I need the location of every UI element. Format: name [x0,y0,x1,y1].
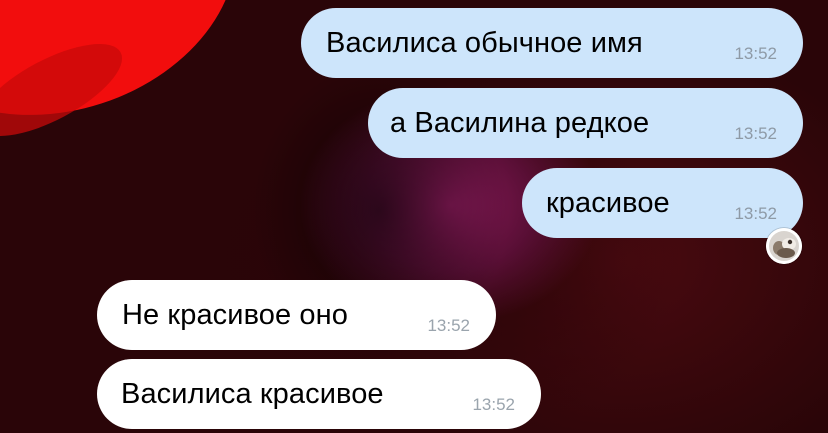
message-text: а Василина редкое [390,106,650,139]
message-time: 13:52 [734,204,777,223]
message-bubble-outgoing[interactable]: красивое 13:52 [522,168,803,238]
message-bubble-incoming[interactable]: Не красивое оно 13:52 [97,280,496,350]
message-bubble-outgoing[interactable]: а Василина редкое 13:52 [368,88,803,158]
message-text: Василиса красивое [121,377,384,410]
message-text: Василиса обычное имя [326,26,643,59]
message-bubble-incoming[interactable]: Василиса красивое 13:52 [97,359,541,429]
message-time: 13:52 [734,44,777,63]
message-time: 13:52 [427,316,470,335]
message-bubble-outgoing[interactable]: Василиса обычное имя 13:52 [301,8,803,78]
sender-avatar-icon[interactable] [766,228,802,264]
message-time: 13:52 [734,124,777,143]
message-text: Не красивое оно [122,298,348,331]
message-time: 13:52 [472,395,515,414]
avatar-image [766,228,802,264]
message-text: красивое [546,186,670,219]
